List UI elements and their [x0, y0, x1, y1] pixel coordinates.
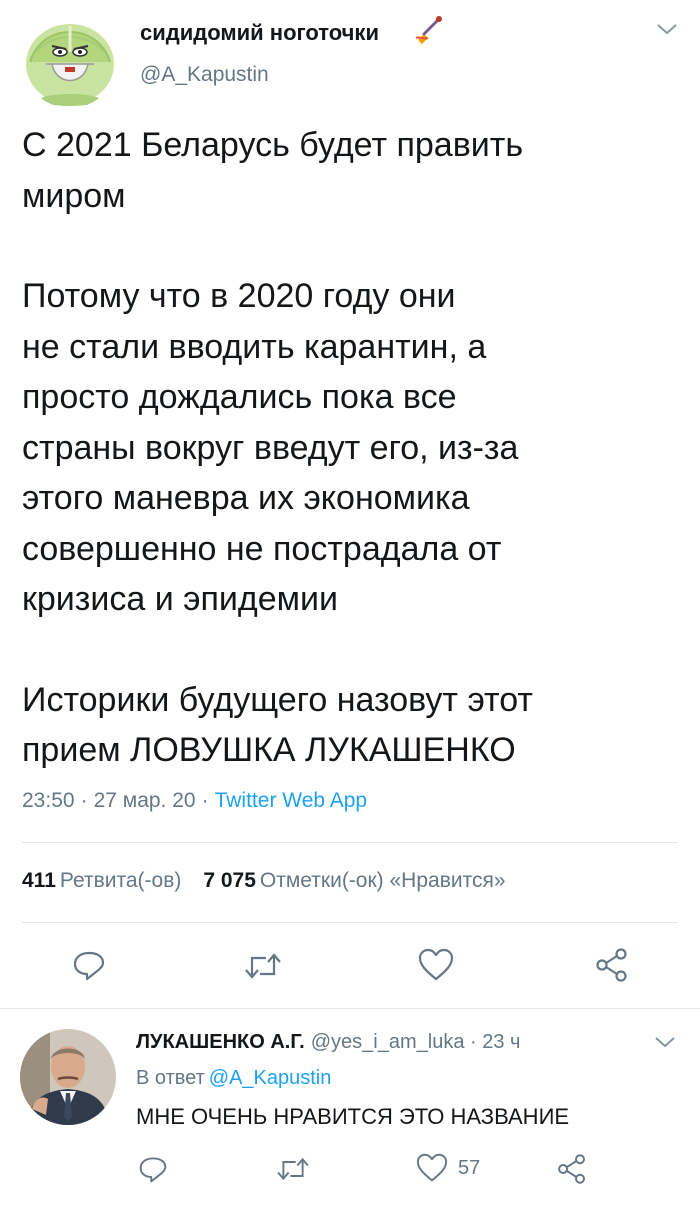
share-button[interactable]: [594, 947, 630, 983]
retweets-count: 411: [22, 869, 56, 892]
meta-separator: ·: [80, 789, 88, 812]
tweet-source-link[interactable]: Twitter Web App: [215, 789, 368, 812]
tweet-stats: 411 Ретвита(-ов) 7 075 Отметки(-ок) «Нравит…: [22, 869, 506, 893]
reply-header: ЛУКАШЕНКО А.Г. @yes_i_am_luka · 23 ч: [136, 1031, 520, 1054]
heart-icon: [416, 1153, 448, 1182]
reply-icon: [139, 1157, 167, 1183]
reply-like-button[interactable]: 57: [416, 1153, 480, 1183]
author-name[interactable]: сидидомий ноготочки: [140, 20, 379, 46]
retweet-button[interactable]: [244, 950, 282, 982]
retweets-stat[interactable]: 411 Ретвита(-ов): [22, 869, 181, 892]
chevron-down-icon[interactable]: [654, 1035, 676, 1049]
likes-label: Отметки(-ок) «Нравится»: [259, 869, 506, 892]
cabbage-avatar-image: [22, 12, 118, 108]
reply-separator: ·: [470, 1031, 477, 1053]
reply-retweet-button[interactable]: [276, 1155, 310, 1183]
divider: [22, 922, 678, 923]
reply-likes-count: 57: [458, 1156, 481, 1179]
reply-author-handle[interactable]: @yes_i_am_luka: [311, 1031, 465, 1053]
chevron-down-icon[interactable]: [656, 22, 678, 36]
reply-author-avatar[interactable]: [20, 1029, 116, 1125]
reply-to-line: В ответ @A_Kapustin: [136, 1067, 331, 1090]
reply-to-mention[interactable]: @A_Kapustin: [209, 1067, 332, 1089]
reply-author-name[interactable]: ЛУКАШЕНКО А.Г.: [136, 1031, 305, 1053]
author-handle[interactable]: @A_Kapustin: [140, 63, 269, 87]
meta-separator: ·: [201, 789, 209, 812]
reply-reply-button[interactable]: [138, 1154, 168, 1184]
share-icon: [558, 1154, 585, 1184]
reply-time[interactable]: 23 ч: [482, 1031, 520, 1053]
tweet-paragraph: Потому что в 2020 году они не стали ввод…: [22, 277, 519, 618]
author-avatar[interactable]: [22, 12, 118, 108]
main-tweet: сидидомий ноготочки @A_Kapustin С 2021 Б…: [0, 0, 700, 1008]
reply-tweet: ЛУКАШЕНКО А.Г. @yes_i_am_luka · 23 ч В от…: [0, 1009, 700, 1208]
likes-stat[interactable]: 7 075 Отметки(-ок) «Нравится»: [203, 869, 505, 892]
retweets-label: Ретвита(-ов): [59, 869, 182, 892]
reply-text: МНЕ ОЧЕНЬ НРАВИТСЯ ЭТО НАЗВАНИЕ: [136, 1104, 570, 1129]
like-button[interactable]: [418, 948, 454, 982]
tweet-meta: 23:50 · 27 мар. 20 · Twitter Web App: [22, 789, 367, 813]
reply-share-button[interactable]: [556, 1153, 588, 1185]
share-icon: [596, 948, 627, 982]
divider: [22, 842, 678, 843]
retweet-icon: [245, 953, 281, 979]
reply-to-label: В ответ: [136, 1067, 205, 1089]
reply-button[interactable]: [72, 948, 106, 982]
nail-polish-emoji-icon: [414, 14, 444, 44]
tweet-paragraph: Историки будущего назовут этот прием ЛОВ…: [22, 680, 533, 770]
tweet-paragraph: С 2021 Беларусь будет править миром: [22, 126, 524, 215]
likes-count: 7 075: [203, 869, 256, 892]
tweet-body: С 2021 Беларусь будет править миром Пото…: [22, 120, 662, 776]
tweet-date[interactable]: 27 мар. 20: [94, 789, 196, 812]
tweet-time[interactable]: 23:50: [22, 789, 75, 812]
heart-icon: [418, 948, 454, 981]
retweet-icon: [277, 1157, 309, 1181]
reply-icon: [73, 951, 105, 981]
portrait-avatar-image: [20, 1029, 116, 1125]
